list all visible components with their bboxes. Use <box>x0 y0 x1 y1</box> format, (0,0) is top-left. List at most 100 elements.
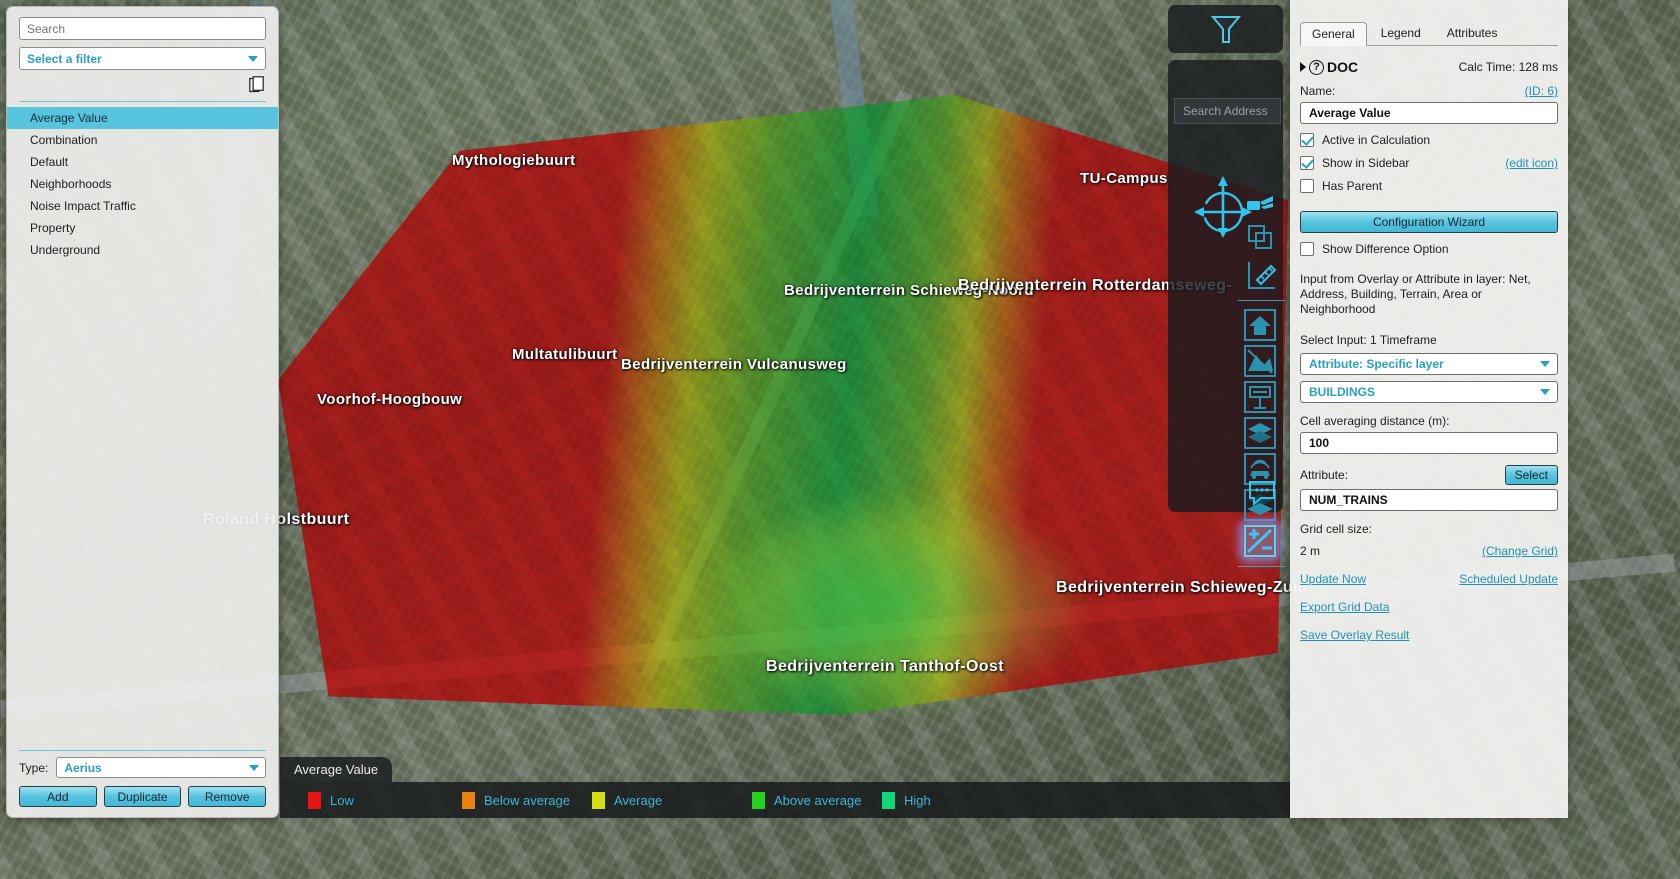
legend-label: Average <box>614 792 663 808</box>
attribute-input[interactable]: NUM_TRAINS <box>1300 489 1558 511</box>
legend-bar: Low Below average Average Above average High <box>280 782 1290 818</box>
type-select[interactable]: Aerius <box>56 757 266 778</box>
input-description: Input from Overlay or Attribute in layer… <box>1300 272 1531 316</box>
overlay-list-item[interactable]: Underground <box>7 239 278 261</box>
layer-select[interactable]: BUILDINGS <box>1300 381 1558 403</box>
name-input[interactable]: Average Value <box>1300 102 1558 124</box>
application-window: Mythologiebuurt TU-Campus Bedrijventerrein… <box>0 0 1680 879</box>
show-in-sidebar-label: Show in Sidebar <box>1322 156 1410 170</box>
chevron-down-icon <box>1540 389 1550 395</box>
legend-label: Above average <box>774 792 862 808</box>
action-buttons: Add Duplicate Remove <box>19 786 267 807</box>
copy-layers-icon[interactable] <box>1245 222 1275 252</box>
remove-button[interactable]: Remove <box>188 786 267 807</box>
legend-label: High <box>904 792 931 808</box>
overlay-list-item-label: Property <box>30 221 76 235</box>
type-row: Type: Aerius <box>19 757 266 778</box>
id-link[interactable]: (ID: 6) <box>1525 84 1558 98</box>
doc-label: DOC <box>1327 59 1359 75</box>
grid-cell-size-row: 2 m (Change Grid) <box>1300 544 1558 558</box>
terrain-icon[interactable] <box>1243 344 1277 378</box>
panel-tabs[interactable]: General Legend Attributes <box>1300 0 1558 46</box>
overlay-list-item[interactable]: Property <box>7 217 278 239</box>
clipboard-icon[interactable] <box>249 75 264 93</box>
save-overlay-result-link[interactable]: Save Overlay Result <box>1300 628 1409 642</box>
chevron-down-icon <box>248 55 258 62</box>
triangle-right-icon[interactable] <box>1300 62 1306 72</box>
overlay-list-item[interactable]: Average Value <box>7 107 278 129</box>
layers-stack-icon[interactable] <box>1243 416 1277 450</box>
fly-camera-icon[interactable] <box>1245 188 1275 218</box>
overlay-list-item-label: Neighborhoods <box>30 177 112 191</box>
show-in-sidebar-checkbox[interactable] <box>1300 156 1314 170</box>
name-row: Name: (ID: 6) <box>1300 84 1558 98</box>
has-parent-checkbox[interactable] <box>1300 179 1314 193</box>
update-now-link[interactable]: Update Now <box>1300 572 1366 586</box>
legend-title: Average Value <box>280 757 393 782</box>
toolbar-divider <box>1238 300 1286 301</box>
change-grid-link[interactable]: (Change Grid) <box>1482 544 1558 558</box>
overlay-list-panel: Select a filter Average Value Combination… <box>6 6 279 818</box>
export-grid-data-link[interactable]: Export Grid Data <box>1300 600 1389 614</box>
scheduled-update-link[interactable]: Scheduled Update <box>1459 572 1558 586</box>
overlay-list-item[interactable]: Neighborhoods <box>7 173 278 195</box>
show-in-sidebar-row: Show in Sidebar (edit icon) <box>1300 156 1558 170</box>
legend-entry: Below average <box>462 791 570 809</box>
legend-label: Below average <box>484 792 570 808</box>
help-question-icon[interactable]: ? <box>1309 59 1324 75</box>
has-parent-row: Has Parent <box>1300 179 1558 193</box>
grid-cell-size-value: 2 m <box>1300 544 1321 558</box>
search-input[interactable] <box>19 17 266 40</box>
cell-averaging-input[interactable]: 100 <box>1300 432 1558 454</box>
filter-select-value: Select a filter <box>27 51 102 66</box>
overlay-list-item[interactable]: Noise Impact Traffic <box>7 195 278 217</box>
calc-time: Calc Time: 128 ms <box>1458 60 1558 74</box>
measure-ruler-icon[interactable] <box>1245 258 1279 292</box>
select-attribute-button[interactable]: Select <box>1504 465 1558 485</box>
has-parent-label: Has Parent <box>1322 179 1383 193</box>
attribute-label: Attribute: <box>1300 468 1349 482</box>
attribute-source-select[interactable]: Attribute: Specific layer <box>1300 353 1558 375</box>
tab-attributes[interactable]: Attributes <box>1435 21 1510 45</box>
tab-general[interactable]: General <box>1300 22 1367 46</box>
update-links-row: Update Now Scheduled Update <box>1300 572 1558 586</box>
legend-label: Low <box>330 792 354 808</box>
duplicate-button[interactable]: Duplicate <box>103 786 182 807</box>
select-input-label: Select Input: 1 Timeframe <box>1300 333 1437 347</box>
overlay-list-item[interactable]: Combination <box>7 129 278 151</box>
show-difference-option-label: Show Difference Option <box>1322 242 1449 256</box>
building-home-icon[interactable] <box>1243 308 1277 342</box>
left-panel-footer: Type: Aerius Add Duplicate Remove <box>7 750 278 817</box>
legend-entry: Low <box>308 791 354 809</box>
properties-panel: General Legend Attributes ? DOC Calc Time:… <box>1290 0 1568 818</box>
legend-entry: Average <box>592 791 663 809</box>
overlay-list-item-label: Combination <box>30 133 98 147</box>
grid-cell-size-label: Grid cell size: <box>1300 522 1373 536</box>
overlay-list-item[interactable]: Default <box>7 151 278 173</box>
type-label: Type: <box>19 760 49 775</box>
overlay-list[interactable]: Average Value Combination Default Neighborh… <box>7 102 278 750</box>
toolbar-divider-2 <box>1238 566 1286 567</box>
filter-select[interactable]: Select a filter <box>19 47 266 70</box>
signpost-icon[interactable] <box>1243 380 1277 414</box>
legend-swatch <box>592 791 605 809</box>
heatmap-hotspot <box>700 430 1160 720</box>
legend-entry: High <box>882 791 931 809</box>
map-toolbar-column[interactable]: Search Address <box>1168 60 1286 567</box>
attribute-source-value: Attribute: Specific layer <box>1309 357 1444 371</box>
save-link-row: Save Overlay Result <box>1300 628 1558 642</box>
configuration-wizard-button[interactable]: Configuration Wizard <box>1300 211 1558 233</box>
cell-averaging-label: Cell averaging distance (m): <box>1300 414 1450 428</box>
filter-funnel-icon[interactable] <box>1206 9 1246 49</box>
edit-icon-link[interactable]: (edit icon) <box>1505 156 1558 170</box>
map-toolbar-top[interactable] <box>1168 5 1283 53</box>
overlay-calculation-icon[interactable] <box>1243 524 1277 558</box>
add-button[interactable]: Add <box>19 786 97 807</box>
active-in-calculation-checkbox[interactable] <box>1300 133 1314 147</box>
show-difference-option-checkbox[interactable] <box>1300 242 1314 256</box>
search-address-input[interactable]: Search Address <box>1174 98 1281 124</box>
legend-swatch <box>308 791 321 809</box>
comment-bubble-icon[interactable] <box>1247 478 1277 508</box>
tab-legend[interactable]: Legend <box>1369 21 1433 45</box>
doc-toggle[interactable]: ? DOC <box>1300 59 1358 75</box>
